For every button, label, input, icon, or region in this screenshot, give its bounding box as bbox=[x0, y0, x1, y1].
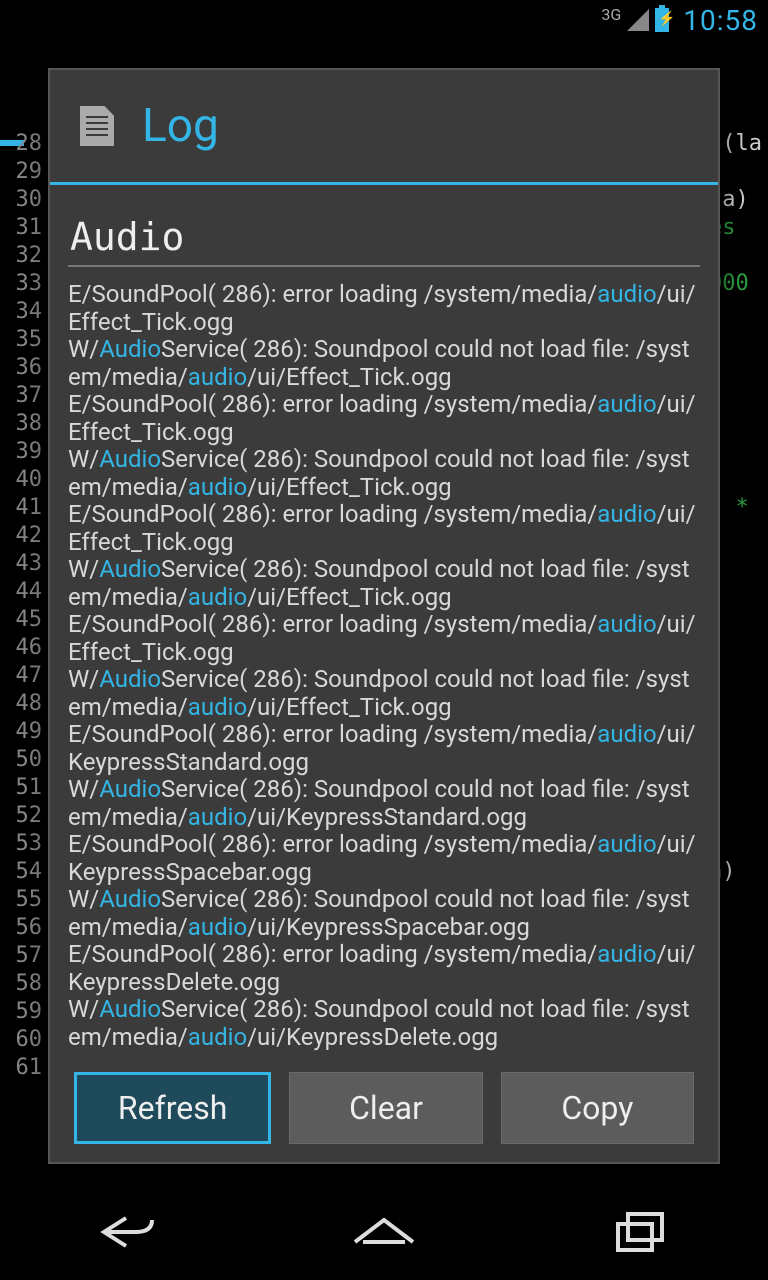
dialog-body: E/SoundPool( 286): error loading /system… bbox=[50, 199, 718, 1056]
log-line: E/SoundPool( 286): error loading /system… bbox=[68, 830, 696, 886]
home-button[interactable] bbox=[314, 1202, 454, 1262]
log-line: E/SoundPool( 286): error loading /system… bbox=[68, 390, 696, 446]
log-line: W/AudioService( 286): Soundpool could no… bbox=[68, 995, 690, 1051]
log-filter-input[interactable] bbox=[68, 213, 700, 267]
log-line: W/AudioService( 286): Soundpool could no… bbox=[68, 555, 690, 611]
log-line: E/SoundPool( 286): error loading /system… bbox=[68, 610, 696, 666]
log-line: E/SoundPool( 286): error loading /system… bbox=[68, 500, 696, 556]
log-output[interactable]: E/SoundPool( 286): error loading /system… bbox=[68, 281, 700, 1056]
log-line: W/AudioService( 286): Soundpool could no… bbox=[68, 775, 690, 831]
title-divider bbox=[50, 182, 718, 185]
dialog-title-bar: Log bbox=[50, 70, 718, 182]
copy-button[interactable]: Copy bbox=[501, 1072, 694, 1144]
clear-button[interactable]: Clear bbox=[289, 1072, 482, 1144]
dialog-button-row: Refresh Clear Copy bbox=[50, 1056, 718, 1162]
refresh-button[interactable]: Refresh bbox=[74, 1072, 271, 1144]
log-line: W/AudioService( 286): Soundpool could no… bbox=[68, 445, 690, 501]
nav-bar bbox=[0, 1184, 768, 1280]
status-time: 10:58 bbox=[683, 4, 758, 37]
log-line: W/AudioService( 286): Soundpool could no… bbox=[68, 335, 690, 391]
status-bar: 3G ⚡ 10:58 bbox=[0, 0, 768, 40]
network-type: 3G bbox=[601, 5, 621, 24]
log-line: W/AudioService( 286): Soundpool could no… bbox=[68, 885, 690, 941]
signal-icon bbox=[627, 9, 649, 31]
document-icon bbox=[80, 106, 114, 146]
dialog-overlay: Log E/SoundPool( 286): error loading /sy… bbox=[0, 40, 768, 1184]
log-line: W/AudioService( 286): Soundpool could no… bbox=[68, 665, 690, 721]
back-button[interactable] bbox=[58, 1202, 198, 1262]
log-dialog: Log E/SoundPool( 286): error loading /sy… bbox=[48, 68, 720, 1164]
log-line: E/SoundPool( 286): error loading /system… bbox=[68, 720, 696, 776]
log-line: E/SoundPool( 286): error loading /system… bbox=[68, 281, 696, 336]
recent-apps-button[interactable] bbox=[570, 1202, 710, 1262]
log-line: E/SoundPool( 286): error loading /system… bbox=[68, 940, 696, 996]
dialog-title: Log bbox=[142, 99, 219, 153]
battery-icon: ⚡ bbox=[655, 8, 669, 32]
